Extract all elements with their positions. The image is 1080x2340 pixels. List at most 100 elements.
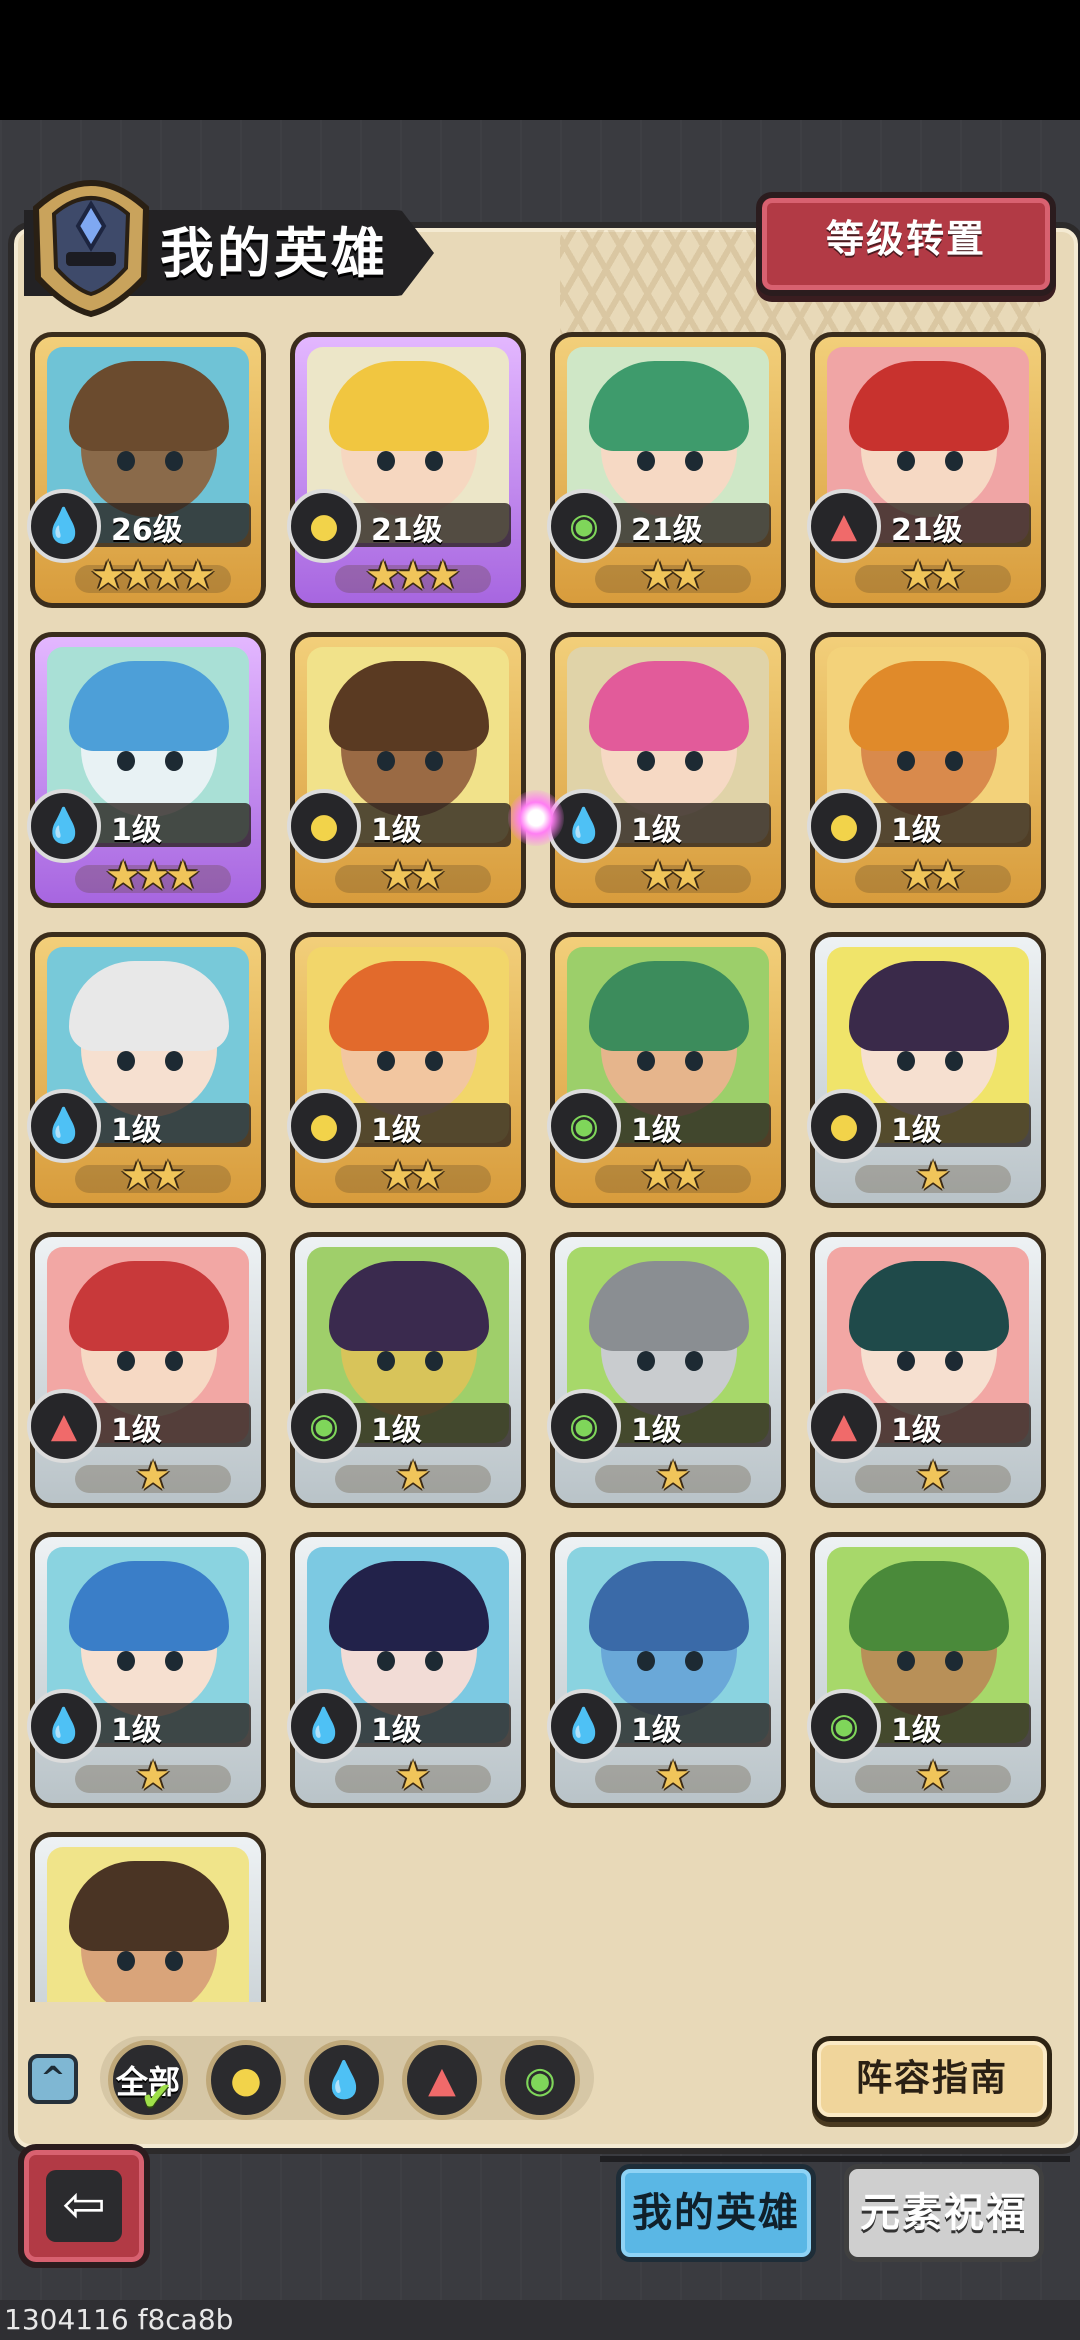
hero-card[interactable]: 1级 ▲ ★ <box>807 1232 1046 1508</box>
hero-eye <box>945 1351 963 1371</box>
hero-card[interactable] <box>30 1832 266 2002</box>
star-rating: ★★ <box>815 551 1051 601</box>
hero-card[interactable]: 1级 ◉ ★ <box>547 1232 786 1508</box>
hero-level: 1级 <box>631 1413 682 1448</box>
hero-card[interactable]: 21级 ● ★★★ <box>287 332 526 608</box>
star-icon: ★ <box>915 1453 951 1499</box>
hero-card[interactable]: 1级 ◉ ★ <box>287 1232 526 1508</box>
hero-hair <box>69 661 229 751</box>
hero-eye <box>945 751 963 771</box>
hero-hair <box>589 1261 749 1351</box>
star-rating: ★ <box>555 1751 791 1801</box>
hero-eye <box>685 1051 703 1071</box>
star-icon: ★ <box>410 1153 446 1199</box>
hero-level: 1级 <box>371 1413 422 1448</box>
hero-eye <box>897 1651 915 1671</box>
hero-level: 1级 <box>631 1713 682 1748</box>
hero-eye <box>165 751 183 771</box>
hero-card[interactable]: 1级 ◉ ★★ <box>547 932 786 1208</box>
hero-card[interactable]: 1级 ◉ ★ <box>807 1532 1046 1808</box>
hero-hair <box>329 1261 489 1351</box>
hero-eye <box>637 1651 655 1671</box>
star-rating: ★★ <box>35 1151 271 1201</box>
star-rating: ★ <box>555 1451 791 1501</box>
hero-hair <box>589 961 749 1051</box>
hero-card[interactable]: 1级 ● ★★ <box>287 632 526 908</box>
hero-hair <box>849 1561 1009 1651</box>
hero-eye <box>637 451 655 471</box>
star-rating: ★★ <box>295 1151 531 1201</box>
hero-portrait <box>47 1847 249 2002</box>
hero-card[interactable]: 26级 💧 ★★★★ <box>27 332 266 608</box>
lineup-guide-button[interactable]: 阵容指南 <box>812 2036 1052 2122</box>
level-reset-button[interactable]: 等级转置 <box>756 192 1056 296</box>
hero-eye <box>165 1351 183 1371</box>
star-icon: ★ <box>670 553 706 599</box>
helmet-icon <box>32 180 150 318</box>
hero-card[interactable]: 1级 💧 ★ <box>547 1532 786 1808</box>
hero-eye <box>897 1351 915 1371</box>
hero-hair <box>849 961 1009 1051</box>
filter-wind-button[interactable]: ◉ <box>500 2040 580 2120</box>
hero-level: 1级 <box>371 1113 422 1148</box>
star-icon: ★ <box>655 1753 691 1799</box>
hero-eye <box>425 1351 443 1371</box>
hero-card[interactable]: 1级 ● ★★ <box>287 932 526 1208</box>
wind-element-icon: ◉ <box>524 2059 556 2101</box>
filter-water-button[interactable]: 💧 <box>304 2040 384 2120</box>
hero-eye <box>377 451 395 471</box>
hero-card[interactable]: 1级 💧 ★ <box>27 1532 266 1808</box>
hero-level: 1级 <box>111 813 162 848</box>
hero-level: 1级 <box>891 1713 942 1748</box>
tab-my-heroes[interactable]: 我的英雄 <box>616 2164 816 2262</box>
tab-element-blessing[interactable]: 元素祝福 <box>844 2164 1044 2262</box>
hero-eye <box>165 1951 183 1971</box>
hero-eye <box>117 451 135 471</box>
water-element-icon: 💧 <box>321 2060 367 2101</box>
hero-level: 26级 <box>111 513 183 548</box>
hero-eye <box>377 1651 395 1671</box>
hero-eye <box>377 1351 395 1371</box>
hero-card[interactable]: 1级 ▲ ★ <box>27 1232 266 1508</box>
hero-eye <box>637 1351 655 1371</box>
hero-card[interactable]: 21级 ◉ ★★ <box>547 332 786 608</box>
hero-eye <box>425 1651 443 1671</box>
hero-level: 1级 <box>891 1113 942 1148</box>
star-rating: ★★★ <box>35 851 271 901</box>
star-icon: ★ <box>135 1453 171 1499</box>
build-id-label: 1304116 f8ca8b <box>4 2303 234 2336</box>
hero-card[interactable]: 1级 💧 ★★★ <box>27 632 266 908</box>
hero-card[interactable]: 1级 💧 ★★ <box>547 632 786 908</box>
hero-card[interactable]: 21级 ▲ ★★ <box>807 332 1046 608</box>
star-icon: ★ <box>670 1153 706 1199</box>
hero-eye <box>377 751 395 771</box>
hero-card[interactable]: 1级 ● ★ <box>807 932 1046 1208</box>
star-rating: ★★★ <box>295 551 531 601</box>
hero-level: 1级 <box>111 1713 162 1748</box>
star-icon: ★ <box>930 853 966 899</box>
hero-card[interactable]: 1级 ● ★★ <box>807 632 1046 908</box>
hero-hair <box>589 361 749 451</box>
star-icon: ★ <box>655 1453 691 1499</box>
star-rating: ★★ <box>295 851 531 901</box>
filter-fire-button[interactable]: ▲ <box>402 2040 482 2120</box>
back-arrow-icon: ⇦ <box>46 2170 122 2242</box>
hero-eye <box>117 1351 135 1371</box>
star-icon: ★ <box>915 1153 951 1199</box>
star-rating: ★ <box>295 1451 531 1501</box>
star-icon: ★ <box>135 1753 171 1799</box>
chevron-up-icon[interactable]: ^ <box>28 2054 78 2104</box>
hero-card[interactable]: 1级 💧 ★★ <box>27 932 266 1208</box>
filter-earth-button[interactable]: ● <box>206 2040 286 2120</box>
hero-level: 21级 <box>631 513 703 548</box>
star-rating: ★ <box>35 1751 271 1801</box>
hero-hair <box>589 661 749 751</box>
hero-eye <box>377 1051 395 1071</box>
earth-element-icon: ● <box>230 2059 262 2101</box>
hero-card[interactable]: 1级 💧 ★ <box>287 1532 526 1808</box>
star-rating: ★★ <box>555 1151 791 1201</box>
back-button[interactable]: ⇦ <box>18 2144 150 2268</box>
hero-hair <box>849 361 1009 451</box>
star-rating: ★★ <box>815 851 1051 901</box>
hero-eye <box>425 1051 443 1071</box>
